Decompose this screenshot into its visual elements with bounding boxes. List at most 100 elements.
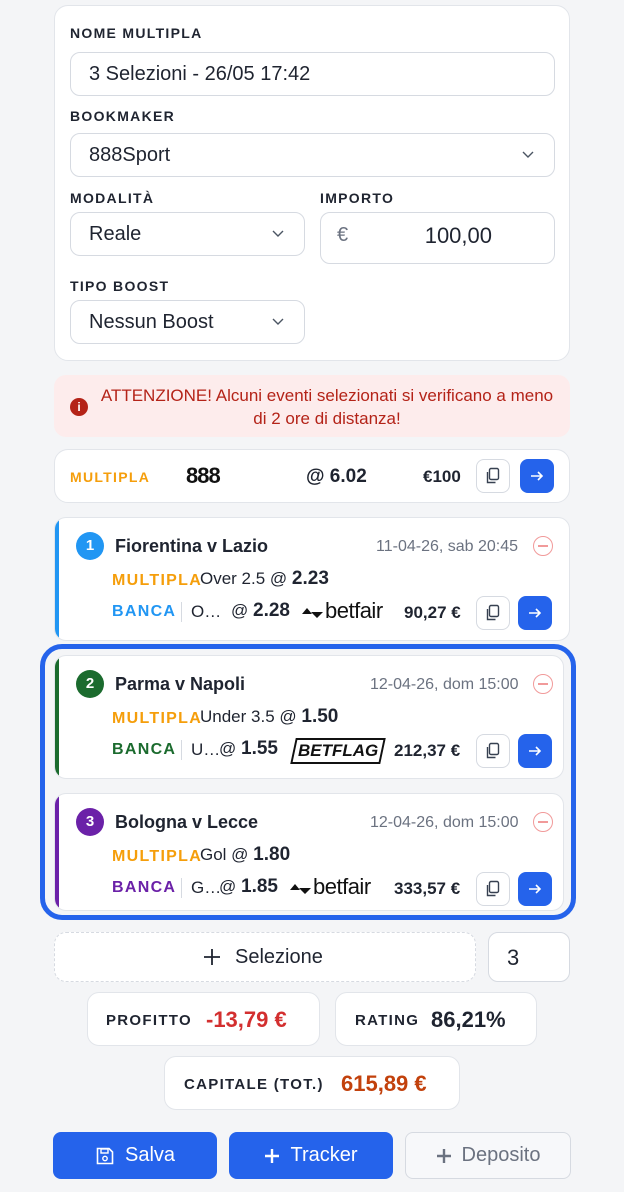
info-icon: i (70, 398, 88, 416)
copy-button[interactable] (476, 734, 510, 768)
copy-icon (486, 604, 500, 621)
multipla-odds: @ 6.02 (306, 466, 367, 487)
deposito-button[interactable]: Deposito (405, 1132, 571, 1179)
banca-label: BANCA (112, 879, 177, 896)
open-selection-button[interactable] (518, 596, 552, 630)
deposito-label: Deposito (461, 1144, 541, 1166)
betfair-arrows-icon (301, 604, 325, 622)
selection-card-3: 3 Bologna v Lecce 12-04-26, dom 15:00 MU… (54, 793, 564, 911)
salva-button[interactable]: Salva (53, 1132, 217, 1179)
plus-icon (436, 1148, 451, 1163)
modalita-label: MODALITÀ (70, 190, 155, 206)
lay-amount: 90,27 € (404, 603, 461, 622)
nome-label: NOME MULTIPLA (70, 25, 203, 41)
selection-number: 3 (76, 808, 104, 836)
copy-icon (486, 467, 500, 484)
selection-number: 1 (76, 532, 104, 560)
remove-icon[interactable] (533, 674, 553, 694)
modalita-value: Reale (89, 222, 142, 245)
boost-label: TIPO BOOST (70, 278, 170, 294)
match-name: Parma v Napoli (115, 674, 246, 694)
chevron-down-icon (272, 318, 284, 325)
banca-label: BANCA (112, 603, 177, 620)
multipla-market: Under 3.5 @ 1.50 (200, 706, 339, 727)
divider (181, 602, 182, 622)
copy-button[interactable] (476, 872, 510, 906)
nome-input[interactable]: 3 Selezioni - 26/05 17:42 (70, 52, 555, 96)
save-icon (96, 1147, 114, 1164)
euro-symbol: € (337, 224, 349, 246)
tracker-button[interactable]: Tracker (229, 1132, 393, 1179)
selection-stripe (55, 518, 59, 640)
match-date: 12-04-26, dom 15:00 (370, 676, 519, 693)
banca-odds: @ 2.28 (231, 600, 290, 621)
multipla-stake: €100 (423, 467, 461, 486)
banca-market: O… (191, 602, 222, 621)
remove-icon[interactable] (533, 536, 553, 556)
arrow-right-icon (529, 884, 542, 894)
multipla-label: MULTIPLA (112, 848, 203, 865)
lay-amount: 212,37 € (394, 741, 461, 760)
selection-card-2: 2 Parma v Napoli 12-04-26, dom 15:00 MUL… (54, 655, 564, 779)
open-multipla-button[interactable] (520, 459, 554, 493)
capitale-label: CAPITALE (TOT.) (184, 1076, 324, 1093)
match-name: Bologna v Lecce (115, 812, 259, 832)
chevron-down-icon (272, 230, 284, 237)
multipla-label: MULTIPLA (112, 710, 203, 727)
salva-label: Salva (124, 1144, 176, 1166)
copy-icon (486, 742, 500, 759)
warning-alert: i ATTENZIONE! Alcuni eventi selezionati … (54, 375, 570, 437)
multipla-label: MULTIPLA (70, 469, 151, 485)
888-logo: 888 (186, 463, 221, 488)
multipla-market: Over 2.5 @ 2.23 (200, 568, 329, 589)
capitale-stat: CAPITALE (TOT.) 615,89 € (164, 1056, 460, 1110)
importo-value: 100,00 (424, 223, 492, 248)
divider (181, 740, 182, 760)
rating-label: RATING (355, 1012, 420, 1029)
rating-stat: RATING 86,21% (335, 992, 537, 1046)
bookmaker-select[interactable]: 888Sport (70, 133, 555, 177)
divider (181, 878, 182, 898)
betfair-arrows-icon (289, 880, 313, 898)
modalita-select[interactable]: Reale (70, 212, 305, 256)
boost-select[interactable]: Nessun Boost (70, 300, 305, 344)
profitto-value: -13,79 € (206, 1007, 287, 1032)
arrow-right-icon (529, 746, 542, 756)
tracker-label: Tracker (290, 1144, 358, 1166)
chevron-down-icon (522, 151, 534, 158)
warning-text: ATTENZIONE! Alcuni eventi selezionati si… (100, 386, 554, 428)
open-selection-button[interactable] (518, 872, 552, 906)
copy-icon (486, 880, 500, 897)
selection-stripe (55, 794, 59, 910)
copy-button[interactable] (476, 596, 510, 630)
match-name: Fiorentina v Lazio (115, 536, 269, 556)
match-date: 11-04-26, sab 20:45 (376, 538, 519, 555)
bookmaker-label: BOOKMAKER (70, 108, 176, 124)
capitale-value: 615,89 € (341, 1071, 427, 1096)
bookmaker-value: 888Sport (89, 143, 171, 166)
lay-amount: 333,57 € (394, 879, 461, 898)
remove-icon[interactable] (533, 812, 553, 832)
selection-count-input[interactable]: 3 (488, 932, 570, 982)
selection-stripe (55, 656, 59, 778)
multipla-market: Gol @ 1.80 (200, 844, 291, 865)
open-selection-button[interactable] (518, 734, 552, 768)
banca-odds: @ 1.55 (219, 738, 278, 759)
importo-input[interactable]: € 100,00 (320, 212, 555, 264)
arrow-right-icon (529, 608, 542, 618)
betfair-logo: betfair (313, 874, 371, 899)
betfair-logo: betfair (325, 598, 383, 623)
add-selection-button[interactable]: Selezione (54, 932, 476, 982)
plus-icon (265, 1148, 280, 1163)
banca-odds: @ 1.85 (219, 876, 278, 897)
boost-value: Nessun Boost (89, 310, 214, 333)
banca-market: G… (191, 878, 222, 897)
multipla-summary: MULTIPLA 888 @ 6.02 €100 (54, 449, 570, 503)
match-date: 12-04-26, dom 15:00 (370, 814, 519, 831)
profitto-label: PROFITTO (106, 1012, 192, 1029)
betflag-logo: BETFLAG (290, 738, 386, 764)
plus-icon (204, 949, 220, 965)
importo-label: IMPORTO (320, 190, 395, 206)
copy-button[interactable] (476, 459, 510, 493)
rating-value: 86,21% (431, 1007, 506, 1032)
